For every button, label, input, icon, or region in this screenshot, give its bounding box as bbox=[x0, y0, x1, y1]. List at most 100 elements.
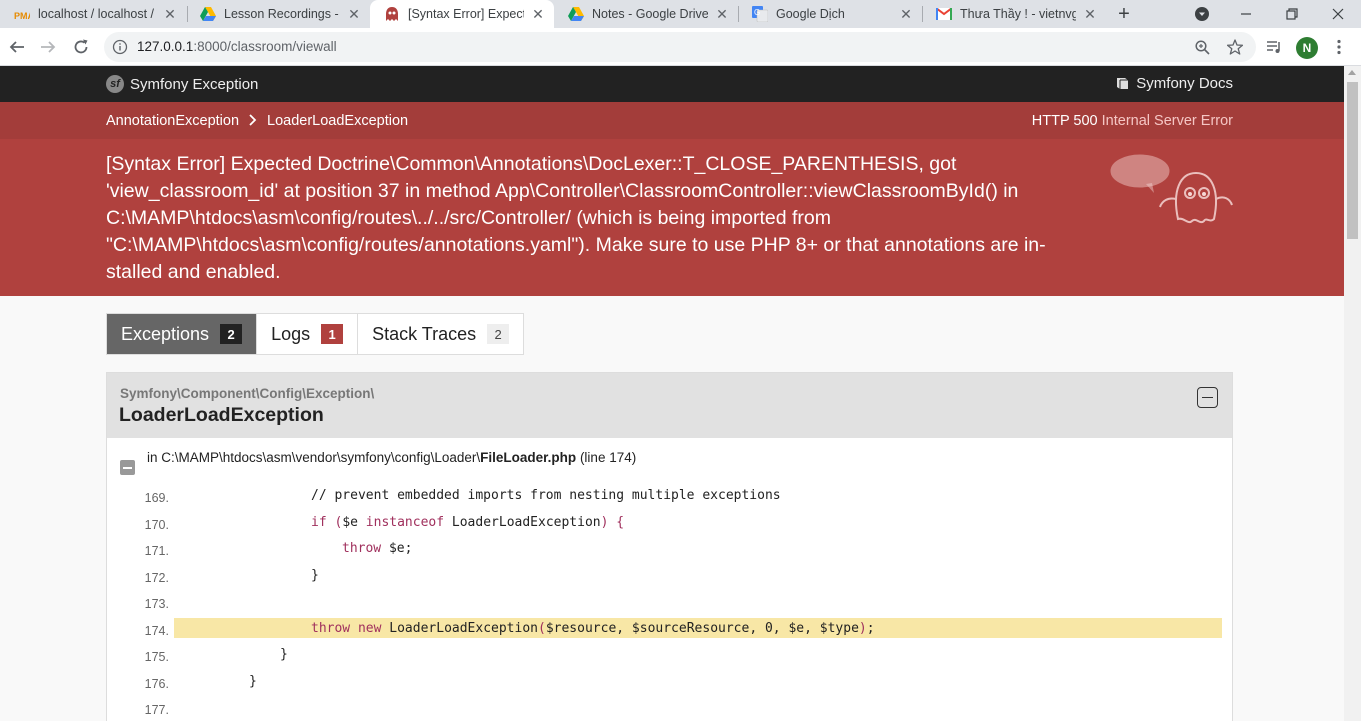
exception-namespace: Symfony\Component\Config\Exception\ bbox=[120, 386, 375, 401]
code-line: 170. if ($e instanceof LoaderLoadExcepti… bbox=[107, 512, 1232, 539]
google-translate-icon: G bbox=[752, 6, 768, 22]
exception-summary: AnnotationException LoaderLoadException … bbox=[0, 102, 1344, 296]
close-icon[interactable]: ✕ bbox=[346, 6, 362, 22]
forward-arrow-icon[interactable] bbox=[36, 35, 60, 59]
code-text: throw new LoaderLoadException($resource,… bbox=[174, 617, 1222, 638]
tab-title: Google Dịch bbox=[776, 7, 845, 21]
message-line: "C:\MAMP\htdocs\asm\config/routes/annota… bbox=[106, 234, 1046, 256]
code-line: 172. } bbox=[107, 565, 1232, 592]
code-text: if ($e instanceof LoaderLoadException) { bbox=[311, 514, 625, 530]
symfony-logo-icon: sf bbox=[106, 75, 124, 93]
docs-label: Symfony Docs bbox=[1136, 75, 1233, 92]
code-text: } bbox=[311, 567, 319, 583]
restore-icon[interactable] bbox=[1281, 3, 1303, 25]
chevron-right-icon bbox=[249, 113, 257, 129]
code-line: 175. } bbox=[107, 644, 1232, 671]
tab-title: Lesson Recordings - G bbox=[224, 7, 340, 21]
svg-text:PMA: PMA bbox=[14, 11, 30, 21]
close-icon[interactable]: ✕ bbox=[714, 6, 730, 22]
browser-tab[interactable]: Notes - Google Drive ✕ bbox=[554, 0, 738, 28]
back-arrow-icon[interactable] bbox=[5, 35, 29, 59]
code-text: } bbox=[249, 673, 257, 689]
trace-header[interactable]: Symfony\Component\Config\Exception\ Load… bbox=[107, 373, 1232, 438]
toggle-minus-icon[interactable] bbox=[120, 460, 135, 475]
trace-file-line: in C:\MAMP\htdocs\asm\vendor\symfony\con… bbox=[107, 438, 1232, 478]
close-icon[interactable]: ✕ bbox=[162, 6, 178, 22]
count-badge: 1 bbox=[321, 324, 344, 344]
tab-exceptions[interactable]: Exceptions 2 bbox=[107, 314, 258, 354]
browser-tab[interactable]: G Google Dịch ✕ bbox=[738, 0, 922, 28]
window-close-icon[interactable] bbox=[1327, 3, 1349, 25]
zoom-icon[interactable] bbox=[1193, 38, 1211, 56]
symfony-ghost-icon bbox=[384, 6, 400, 22]
svg-text:G: G bbox=[754, 8, 760, 17]
gmail-icon bbox=[936, 6, 952, 22]
close-icon[interactable]: ✕ bbox=[530, 6, 546, 22]
page-viewport: sf Symfony Exception Symfony Docs Annota… bbox=[0, 66, 1344, 721]
exception-class: LoaderLoadException bbox=[119, 404, 324, 426]
tab-label: Logs bbox=[271, 323, 311, 344]
status-code: HTTP 500 bbox=[1031, 113, 1098, 129]
file-reference: in C:\MAMP\htdocs\asm\vendor\symfony\con… bbox=[147, 450, 636, 465]
line-no: 169. bbox=[144, 491, 169, 505]
page-scrollbar[interactable] bbox=[1344, 66, 1361, 721]
google-drive-icon bbox=[200, 6, 216, 22]
book-icon bbox=[1117, 78, 1129, 89]
tab-label: Exceptions bbox=[121, 323, 210, 344]
line-no: 171. bbox=[144, 544, 169, 558]
tab-logs[interactable]: Logs 1 bbox=[257, 314, 359, 354]
minimize-icon[interactable] bbox=[1235, 3, 1257, 25]
scrollbar-thumb[interactable] bbox=[1347, 82, 1358, 239]
code-line: 169. // prevent embedded imports from ne… bbox=[107, 485, 1232, 512]
status-text: Internal Server Error bbox=[1101, 113, 1233, 129]
symfony-docs-link[interactable]: Symfony Docs bbox=[1116, 75, 1233, 92]
media-control-icon[interactable] bbox=[1262, 35, 1286, 59]
code-line-highlighted: 174. throw new LoaderLoadException($reso… bbox=[107, 617, 1232, 645]
breadcrumb-item[interactable]: LoaderLoadException bbox=[267, 113, 408, 129]
code-line: 177. bbox=[107, 697, 1232, 721]
file-name[interactable]: FileLoader.php bbox=[480, 450, 576, 465]
google-drive-icon bbox=[568, 6, 584, 22]
exception-ghost-illustration bbox=[1110, 154, 1233, 224]
http-status: HTTP 500 Internal Server Error bbox=[1032, 113, 1233, 129]
line-no: 174. bbox=[144, 623, 169, 638]
address-bar[interactable]: 127.0.0.1:8000/classroom/viewall bbox=[104, 32, 1256, 62]
line-no: 173. bbox=[144, 597, 169, 611]
close-icon[interactable]: ✕ bbox=[898, 6, 914, 22]
line-no: 177. bbox=[144, 703, 169, 717]
url-path: :8000/classroom/viewall bbox=[193, 39, 337, 54]
exception-trace-card: Symfony\Component\Config\Exception\ Load… bbox=[106, 372, 1233, 721]
breadcrumb-item[interactable]: AnnotationException bbox=[106, 113, 239, 129]
more-menu-icon[interactable] bbox=[1327, 35, 1351, 59]
exception-tabs: Exceptions 2 Logs 1 Stack Traces 2 bbox=[106, 313, 525, 355]
exception-subbar: AnnotationException LoaderLoadException … bbox=[0, 102, 1344, 139]
browser-tab[interactable]: PMA localhost / localhost / ✕ bbox=[0, 0, 186, 28]
exception-message: [Syntax Error] Expected Doctrine\Common\… bbox=[106, 151, 1076, 286]
collapse-icon[interactable] bbox=[1197, 387, 1218, 408]
message-line: stalled and enabled. bbox=[106, 261, 281, 283]
site-info-icon[interactable] bbox=[112, 39, 128, 55]
close-icon[interactable]: ✕ bbox=[1082, 6, 1098, 22]
brand-label: Symfony Exception bbox=[130, 75, 259, 93]
browser-tab-active[interactable]: [Syntax Error] Expecte ✕ bbox=[370, 0, 554, 28]
tab-label: Stack Traces bbox=[372, 323, 477, 344]
code-text: // prevent embedded imports from nesting… bbox=[311, 488, 781, 503]
bookmark-star-icon[interactable] bbox=[1226, 38, 1244, 56]
symfony-brand[interactable]: sf Symfony Exception bbox=[106, 75, 258, 93]
line-no: 170. bbox=[144, 517, 169, 532]
browser-tab-strip: PMA localhost / localhost / ✕ Lesson Rec… bbox=[0, 0, 1361, 28]
tab-title: [Syntax Error] Expecte bbox=[408, 7, 524, 21]
code-line: 173. bbox=[107, 591, 1232, 618]
browser-tab[interactable]: Lesson Recordings - G ✕ bbox=[186, 0, 370, 28]
tab-search-icon[interactable] bbox=[1191, 3, 1213, 25]
profile-avatar[interactable]: N bbox=[1296, 37, 1318, 59]
message-line: 'view_classroom_id' at position 37 in me… bbox=[106, 180, 1019, 202]
breadcrumb: AnnotationException LoaderLoadException bbox=[106, 113, 408, 129]
browser-tab[interactable]: Thưa Thầy ! - vietnvgc ✕ bbox=[922, 0, 1106, 28]
count-badge: 2 bbox=[220, 324, 243, 344]
reload-icon[interactable] bbox=[69, 35, 93, 59]
tab-stack-traces[interactable]: Stack Traces 2 bbox=[358, 314, 523, 354]
scroll-up-arrow-icon[interactable] bbox=[1348, 70, 1356, 75]
new-tab-icon[interactable]: + bbox=[1113, 3, 1135, 25]
